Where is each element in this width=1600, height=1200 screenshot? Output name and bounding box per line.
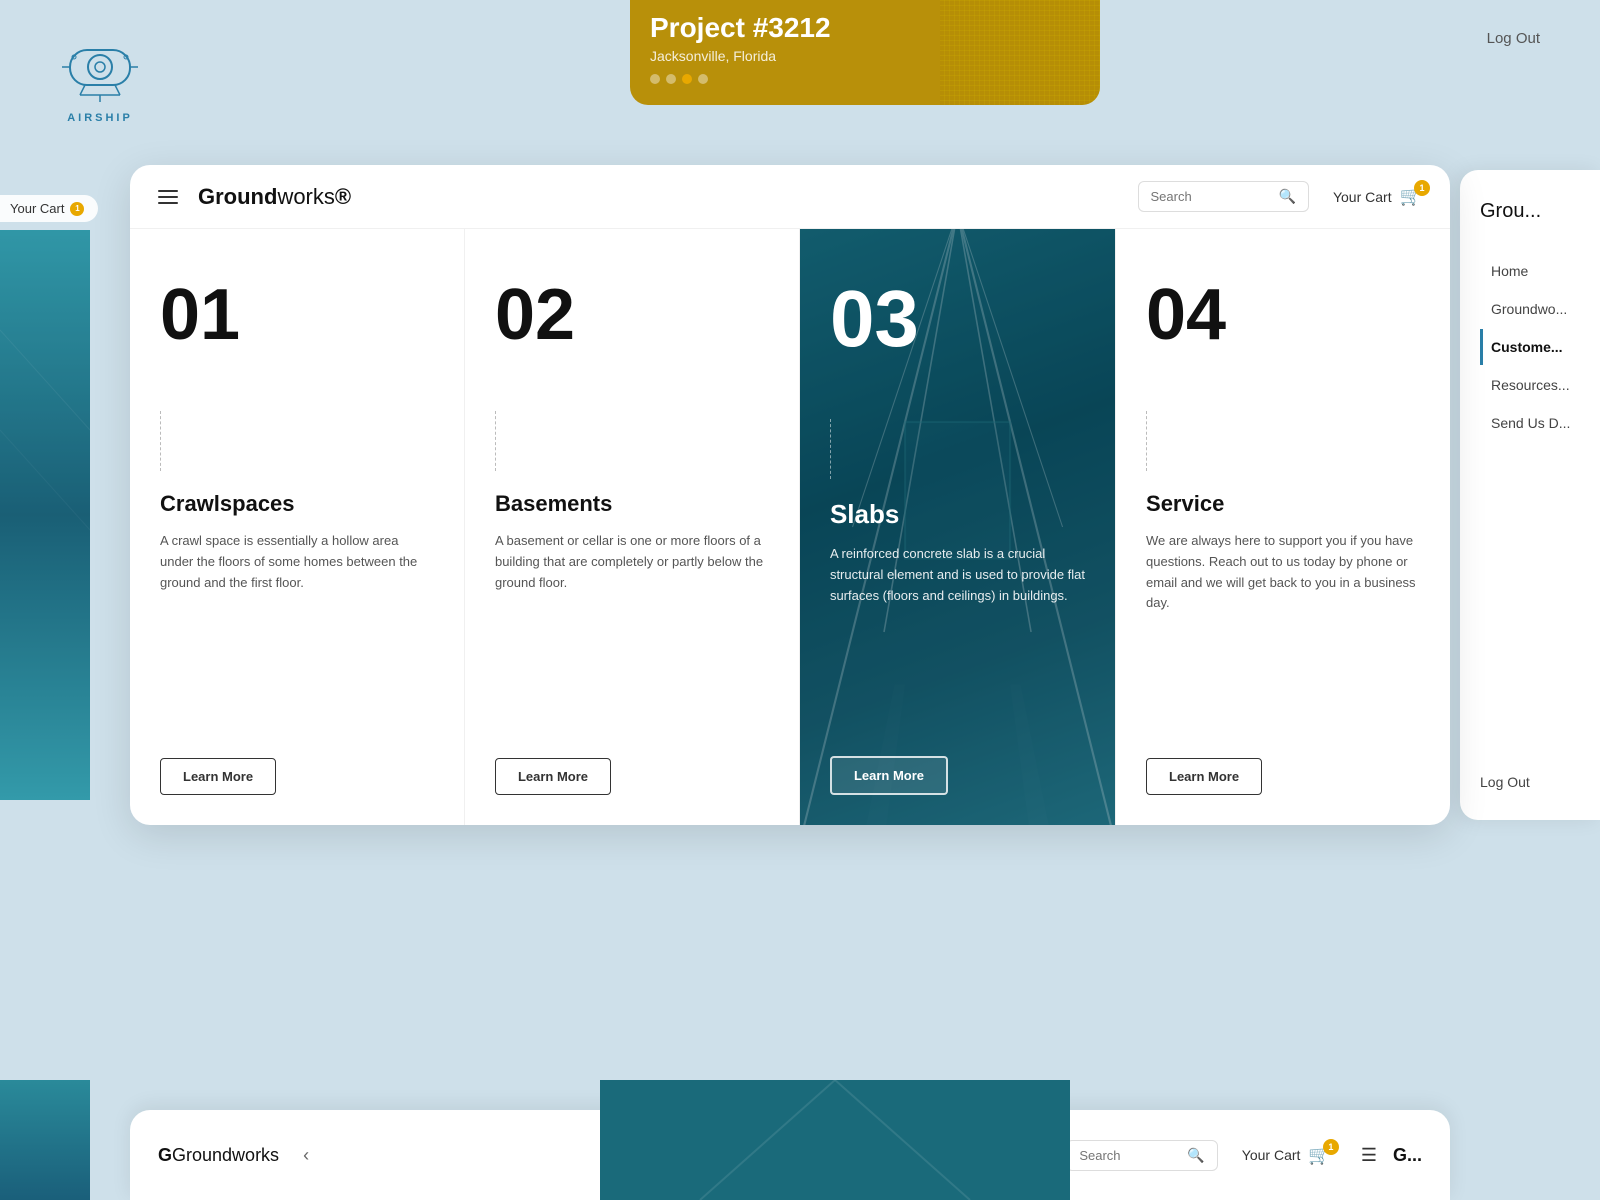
hamburger-menu[interactable] [158,190,178,204]
card-title-2: Basements [495,491,769,517]
card-number-4: 04 [1146,279,1420,351]
card-divider-1 [160,411,161,471]
top-logout-button[interactable]: Log Out [1487,30,1540,47]
card-content-3: 03 Slabs A reinforced concrete slab is a… [800,229,1115,825]
card-divider-3 [830,419,831,479]
sidebar-logo: Grou... [1480,200,1580,223]
main-header: Groundworks® 🔍 Your Cart 🛒 1 [130,165,1450,229]
dot-3[interactable] [682,74,692,84]
service-cards: 01 Crawlspaces A crawl space is essentia… [130,229,1450,825]
service-card-2: 02 Basements A basement or cellar is one… [465,229,800,825]
content-area: 01 Crawlspaces A crawl space is essentia… [130,229,1450,825]
bottom-search-icon[interactable]: 🔍 [1187,1147,1204,1164]
dot-4[interactable] [698,74,708,84]
back-chevron[interactable]: ‹ [303,1145,309,1166]
bottom-logo2: G... [1393,1145,1422,1166]
card-divider-4 [1146,411,1147,471]
service-card-3: 03 Slabs A reinforced concrete slab is a… [800,229,1116,825]
bottom-search-input[interactable] [1079,1148,1179,1163]
card-number-1: 01 [160,279,434,351]
bottom-cart-button[interactable]: Your Cart 🛒 1 [1242,1145,1331,1166]
left-cart-label: Your Cart [10,201,64,216]
left-cart-count: 1 [70,202,84,216]
search-input[interactable] [1151,189,1271,204]
sidebar-item-home[interactable]: Home [1480,253,1580,289]
airship-logo-text: AIRSHIP [67,112,133,124]
airship-logo: AIRSHIP [60,30,140,124]
cart-label: Your Cart [1333,189,1392,205]
learn-more-button-1[interactable]: Learn More [160,758,276,795]
card-title-1: Crawlspaces [160,491,434,517]
learn-more-button-3[interactable]: Learn More [830,756,948,795]
search-box[interactable]: 🔍 [1138,181,1309,212]
sidebar-item-resources[interactable]: Resources... [1480,367,1580,403]
card-number-2: 02 [495,279,769,351]
left-cart-badge: Your Cart 1 [0,195,98,222]
card-number-3: 03 [830,279,1085,359]
learn-more-button-4[interactable]: Learn More [1146,758,1262,795]
sidebar-item-send[interactable]: Send Us D... [1480,405,1580,441]
bottom-center-image [600,1080,1070,1200]
card-desc-3: A reinforced concrete slab is a crucial … [830,544,1085,732]
sidebar-logout-button[interactable]: Log Out [1480,774,1530,790]
dot-1[interactable] [650,74,660,84]
right-sidebar: Grou... Home Groundwo... Custome... Reso… [1460,170,1600,820]
project-dots [650,74,1080,84]
main-card: Groundworks® 🔍 Your Cart 🛒 1 01 Crawlspa… [130,165,1450,825]
project-location: Jacksonville, Florida [650,48,1080,64]
card-desc-1: A crawl space is essentially a hollow ar… [160,531,434,734]
learn-more-button-2[interactable]: Learn More [495,758,611,795]
search-icon[interactable]: 🔍 [1279,188,1296,205]
project-title: Project #3212 [650,12,1080,44]
sidebar-item-groundworks[interactable]: Groundwo... [1480,291,1580,327]
dot-2[interactable] [666,74,676,84]
card-divider-2 [495,411,496,471]
service-card-4: 04 Service We are always here to support… [1116,229,1450,825]
card-title-3: Slabs [830,499,1085,530]
bottom-left-image [0,1080,90,1200]
main-logo: Groundworks® [198,184,1138,210]
bottom-cart-badge: 1 [1323,1139,1339,1155]
top-project-card: Project #3212 Jacksonville, Florida [630,0,1100,105]
cart-button[interactable]: Your Cart 🛒 1 [1333,186,1422,207]
cart-badge: 1 [1414,180,1430,196]
sidebar-item-customers[interactable]: Custome... [1480,329,1580,365]
card-title-4: Service [1146,491,1420,517]
bottom-hamburger[interactable]: ☰ [1361,1145,1377,1166]
service-card-1: 01 Crawlspaces A crawl space is essentia… [130,229,465,825]
bottom-search-box[interactable]: 🔍 [1066,1140,1217,1171]
card-desc-4: We are always here to support you if you… [1146,531,1420,734]
bottom-logo: GGroundworks [158,1145,279,1166]
bottom-cart-label: Your Cart [1242,1147,1301,1163]
left-image-strip [0,230,90,800]
card-desc-2: A basement or cellar is one or more floo… [495,531,769,734]
